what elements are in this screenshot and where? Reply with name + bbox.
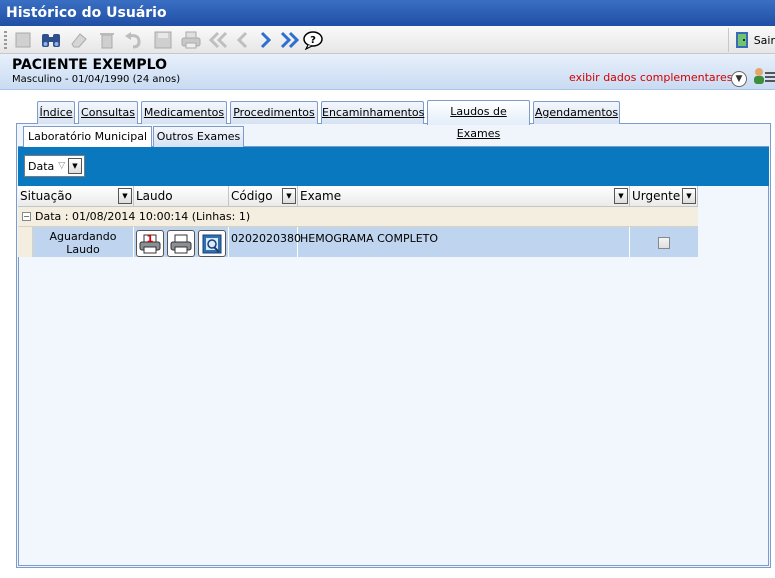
exit-button[interactable]: Sair [728, 28, 775, 52]
table-row[interactable]: Aguardando Laudo 1 0202020380 HEMOGRAMA … [18, 227, 698, 257]
exit-door-icon [736, 32, 748, 48]
tab-laboratorio-municipal-label: Laboratório Municipal [27, 130, 148, 143]
tab-consultas[interactable]: Consultas [78, 101, 138, 124]
tab-outros-exames[interactable]: Outros Exames [153, 126, 244, 147]
patient-name: PACIENTE EXEMPLO [12, 57, 167, 73]
cell-laudo: 1 [134, 227, 229, 257]
svg-text:?: ? [310, 35, 316, 46]
cell-exame: HEMOGRAMA COMPLETO [298, 227, 630, 257]
filter-icon[interactable]: ▽ [58, 161, 65, 171]
column-header-codigo[interactable]: Código ▼ [229, 186, 298, 207]
help-icon[interactable]: ? [302, 29, 324, 51]
row-indent [18, 227, 33, 257]
column-header-situacao[interactable]: Situação ▼ [18, 186, 134, 207]
chevron-down-icon[interactable]: ▼ [68, 158, 82, 174]
toolbar-grip [4, 31, 7, 49]
tab-laboratorio-municipal[interactable]: Laboratório Municipal [23, 126, 152, 147]
print-numbered-button[interactable]: 1 [136, 230, 164, 257]
chevron-down-icon[interactable]: ▼ [731, 71, 747, 87]
tab-encaminhamentos[interactable]: Encaminhamentos [321, 101, 424, 124]
save-icon[interactable] [152, 29, 174, 51]
content-area: Índice Consultas Medicamentos Procedimen… [0, 91, 775, 578]
urgente-checkbox[interactable] [658, 237, 670, 249]
collapse-icon[interactable]: − [22, 212, 31, 221]
binoculars-icon[interactable] [40, 29, 62, 51]
chevron-down-icon[interactable]: ▼ [682, 188, 696, 204]
column-header-codigo-label: Código [231, 189, 273, 203]
view-report-button[interactable] [198, 230, 226, 257]
new-icon[interactable] [12, 29, 34, 51]
column-header-urgente-label: Urgente [632, 189, 681, 203]
cell-situacao: Aguardando Laudo [33, 227, 134, 257]
patient-banner: PACIENTE EXEMPLO Masculino - 01/04/1990 … [0, 54, 775, 90]
view-report-icon [202, 234, 222, 253]
chevron-down-icon[interactable]: ▼ [282, 188, 296, 204]
user-card-icon[interactable] [753, 66, 775, 86]
undo-icon[interactable] [122, 29, 144, 51]
group-by-panel [18, 147, 769, 186]
tab-agendamentos[interactable]: Agendamentos [533, 101, 620, 124]
print-badge: 1 [147, 234, 154, 245]
printer-icon: 1 [139, 234, 161, 253]
printer-icon [170, 234, 192, 253]
cell-urgente [630, 227, 698, 257]
cell-codigo: 0202020380 [229, 227, 301, 257]
trash-icon[interactable] [96, 29, 118, 51]
column-header-exame[interactable]: Exame ▼ [298, 186, 630, 207]
patient-info: Masculino - 01/04/1990 (24 anos) [12, 74, 181, 85]
column-header-urgente[interactable]: Urgente ▼ [630, 186, 698, 207]
column-header-laudo[interactable]: Laudo [134, 186, 229, 207]
first-icon[interactable] [208, 29, 230, 51]
group-chip-label: Data [28, 159, 55, 173]
group-row-label: Data : 01/08/2014 10:00:14 (Linhas: 1) [35, 210, 251, 223]
tab-medicamentos[interactable]: Medicamentos [141, 101, 227, 124]
next-icon[interactable] [254, 29, 276, 51]
last-icon[interactable] [278, 29, 300, 51]
group-row[interactable]: − Data : 01/08/2014 10:00:14 (Linhas: 1) [18, 207, 698, 227]
column-header-situacao-label: Situação [20, 189, 72, 203]
tab-indice[interactable]: Índice [37, 101, 75, 124]
chevron-down-icon[interactable]: ▼ [118, 188, 132, 204]
column-header-exame-label: Exame [300, 189, 342, 203]
tab-outros-exames-label: Outros Exames [156, 130, 241, 143]
toolbar: ? Sair [0, 26, 775, 54]
column-header-laudo-label: Laudo [136, 189, 173, 203]
tab-procedimentos[interactable]: Procedimentos [230, 101, 318, 124]
tab-laudos-de-exames[interactable]: Laudos de Exames [427, 100, 530, 140]
window-title: Histórico do Usuário [0, 0, 775, 26]
print-button[interactable] [167, 230, 195, 257]
prev-icon[interactable] [232, 29, 254, 51]
exit-label: Sair [753, 33, 775, 47]
print-icon[interactable] [180, 29, 202, 51]
extra-data-link[interactable]: exibir dados complementares... [569, 71, 743, 84]
eraser-icon[interactable] [68, 29, 90, 51]
group-chip-data[interactable]: Data ▽ ▼ [24, 155, 85, 177]
chevron-down-icon[interactable]: ▼ [614, 188, 628, 204]
